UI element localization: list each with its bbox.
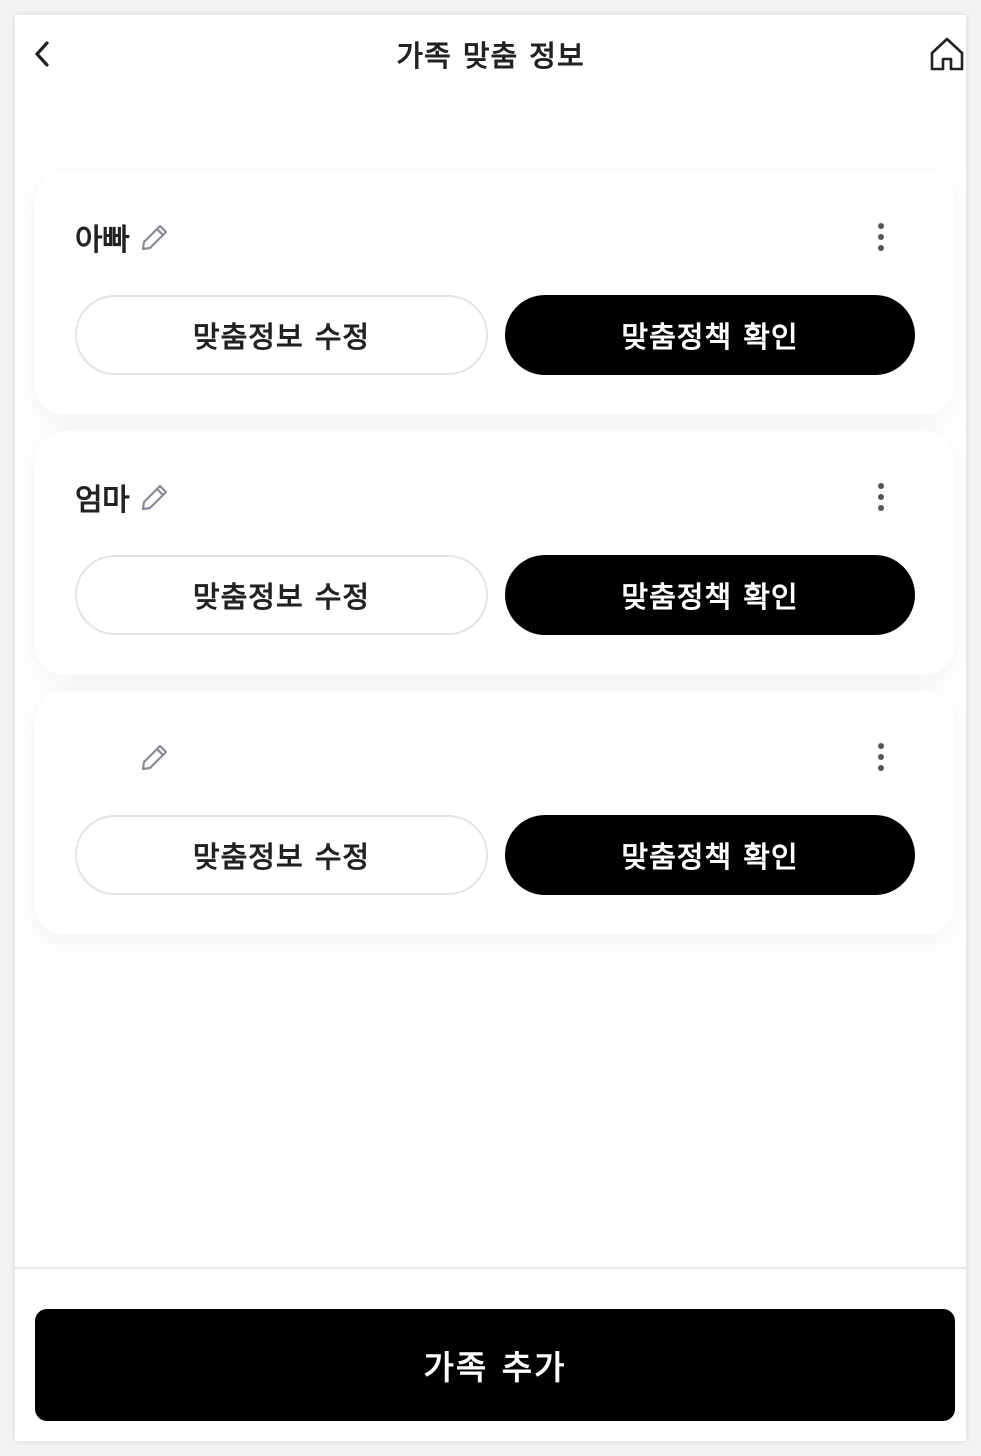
footer-divider: [15, 1267, 966, 1269]
pencil-icon: [141, 484, 168, 511]
home-icon: [930, 37, 964, 71]
edit-info-button[interactable]: 맞춤정보 수정: [75, 295, 488, 375]
member-name-row: [75, 737, 171, 777]
more-dot: [878, 234, 884, 240]
member-card: 맞춤정보 수정 맞춤정책 확인: [35, 691, 954, 935]
check-policy-button[interactable]: 맞춤정책 확인: [505, 555, 915, 635]
edit-info-button[interactable]: 맞춤정보 수정: [75, 815, 488, 895]
member-name: 아빠: [75, 223, 130, 258]
edit-name-button[interactable]: [139, 221, 171, 253]
app-screen: 가족 맞춤 정보 아빠 맞춤정보 수정 맞춤정책 확인 엄마 맞춤정보 수정 맞…: [15, 15, 966, 1441]
more-vertical-icon: [878, 483, 884, 489]
edit-name-button[interactable]: [139, 481, 171, 513]
check-policy-button[interactable]: 맞춤정책 확인: [505, 815, 915, 895]
more-dot: [878, 754, 884, 760]
more-options-button[interactable]: [866, 479, 896, 515]
member-name-row: 아빠: [75, 217, 171, 258]
check-policy-button[interactable]: 맞춤정책 확인: [505, 295, 915, 375]
member-name: 엄마: [75, 483, 130, 518]
page-title: 가족 맞춤 정보: [396, 39, 585, 73]
add-family-button[interactable]: 가족 추가: [35, 1309, 955, 1421]
more-vertical-icon: [878, 743, 884, 749]
home-button[interactable]: [928, 35, 966, 73]
more-dot: [878, 245, 884, 251]
member-name-row: 엄마: [75, 477, 171, 518]
more-options-button[interactable]: [866, 739, 896, 775]
pencil-icon: [141, 224, 168, 251]
more-vertical-icon: [878, 223, 884, 229]
edit-info-button[interactable]: 맞춤정보 수정: [75, 555, 488, 635]
member-card: 아빠 맞춤정보 수정 맞춤정책 확인: [35, 171, 954, 415]
top-bar: 가족 맞춤 정보: [15, 15, 966, 95]
more-dot: [878, 505, 884, 511]
more-dot: [878, 765, 884, 771]
member-card: 엄마 맞춤정보 수정 맞춤정책 확인: [35, 431, 954, 675]
pencil-icon: [141, 744, 168, 771]
edit-name-button[interactable]: [139, 741, 171, 773]
more-dot: [878, 494, 884, 500]
more-options-button[interactable]: [866, 219, 896, 255]
